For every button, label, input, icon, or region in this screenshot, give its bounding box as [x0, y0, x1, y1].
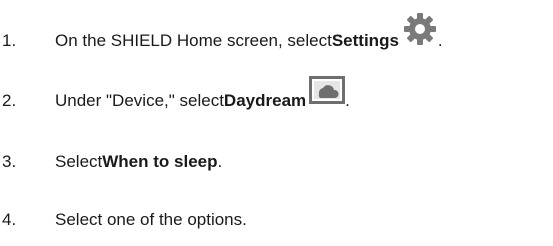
instruction-steps: 1. On the SHIELD Home screen, select Set…	[0, 0, 553, 246]
step-text-before: On the SHIELD Home screen, select	[55, 31, 332, 50]
step-text: Under "Device," select Daydream .	[55, 76, 350, 111]
gear-icon	[402, 11, 438, 47]
step-text: On the SHIELD Home screen, select Settin…	[55, 13, 443, 51]
step-text-before: Under "Device," select	[55, 91, 224, 110]
daydream-icon	[309, 76, 346, 104]
step-text-after: .	[437, 31, 443, 50]
settings-label: Settings	[331, 31, 399, 50]
step-number: 4.	[2, 210, 17, 229]
step-text: Select When to sleep.	[55, 152, 222, 172]
when-to-sleep-label: When to sleep	[102, 152, 218, 171]
step-number: 2.	[2, 91, 17, 110]
step-text-after: .	[345, 91, 350, 110]
step-text: Select one of the options.	[55, 210, 247, 229]
step-text-after: .	[217, 152, 223, 171]
daydream-label: Daydream	[223, 91, 307, 110]
step-text-before: Select	[55, 152, 103, 171]
step-number: 3.	[2, 152, 17, 171]
step-number: 1.	[2, 31, 17, 50]
